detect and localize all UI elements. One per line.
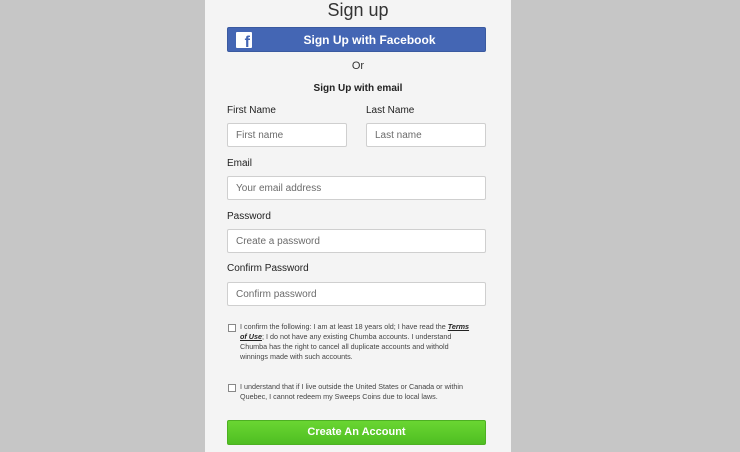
password-input[interactable]: [227, 229, 486, 253]
page-background: Sign up f Sign Up with Facebook Or Sign …: [0, 0, 740, 452]
terms-checkbox[interactable]: [228, 324, 236, 332]
facebook-signup-label: Sign Up with Facebook: [303, 33, 436, 47]
location-checkbox[interactable]: [228, 384, 236, 392]
facebook-icon: f: [236, 32, 252, 51]
first-name-input[interactable]: [227, 123, 347, 147]
first-name-label: First Name: [227, 105, 276, 116]
facebook-signup-button[interactable]: f Sign Up with Facebook: [227, 27, 486, 52]
confirm-password-label: Confirm Password: [227, 263, 309, 274]
terms-text-before: I confirm the following: I am at least 1…: [240, 322, 448, 331]
or-divider: Or: [351, 60, 365, 72]
terms-text: I confirm the following: I am at least 1…: [240, 322, 472, 362]
facebook-icon-glyph: f: [244, 34, 250, 51]
email-input[interactable]: [227, 176, 486, 200]
terms-text-after: ; I do not have any existing Chumba acco…: [240, 332, 452, 361]
signup-panel: Sign up f Sign Up with Facebook Or Sign …: [205, 0, 511, 452]
password-label: Password: [227, 211, 271, 222]
page-title: Sign up: [327, 0, 389, 20]
last-name-input[interactable]: [366, 123, 486, 147]
confirm-password-input[interactable]: [227, 282, 486, 306]
last-name-label: Last Name: [366, 105, 415, 116]
location-text: I understand that if I live outside the …: [240, 382, 463, 401]
email-label: Email: [227, 158, 253, 169]
create-account-button[interactable]: Create An Account: [227, 420, 486, 445]
email-signup-heading: Sign Up with email: [313, 83, 403, 94]
